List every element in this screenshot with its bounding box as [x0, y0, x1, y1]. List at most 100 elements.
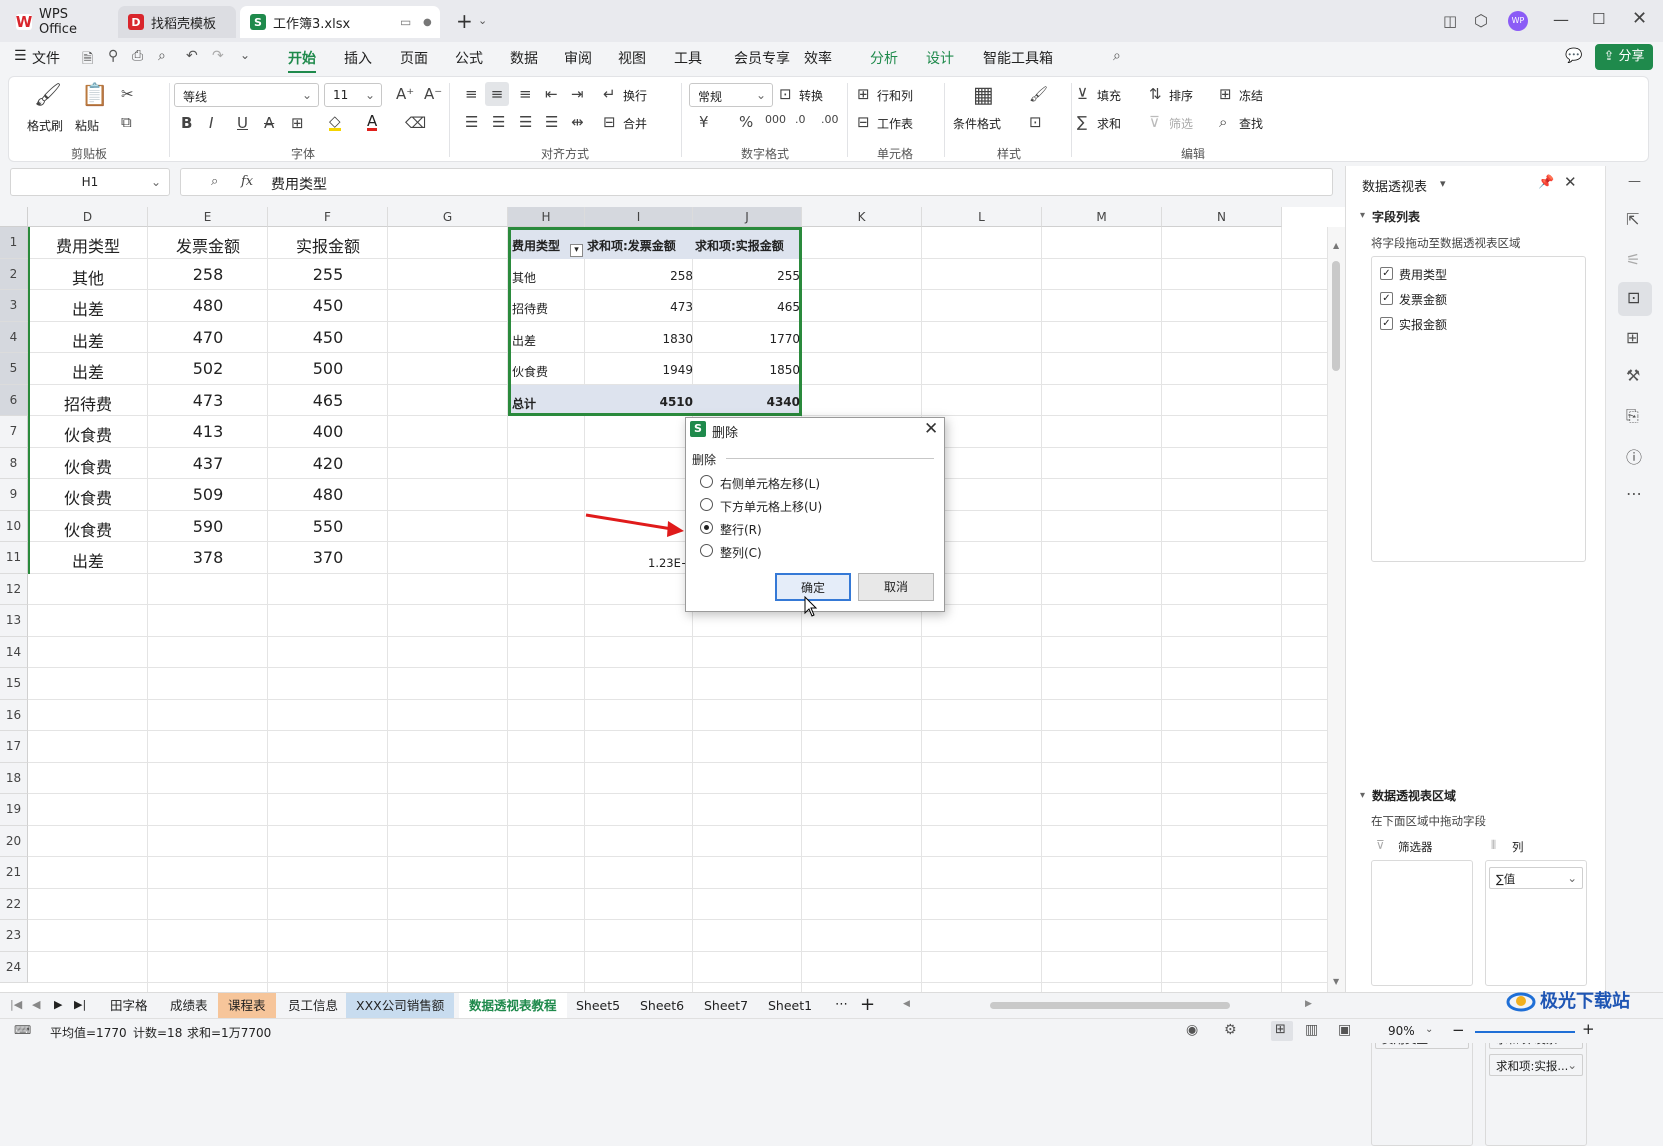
table-cell[interactable]: 出差: [28, 359, 148, 383]
find-icon[interactable]: ⌕: [1219, 113, 1227, 131]
scroll-left-icon[interactable]: ◀: [903, 999, 910, 1009]
tab-wps-office[interactable]: W WPS Office: [6, 6, 114, 38]
row-header[interactable]: 5: [0, 353, 28, 385]
conditional-format-icon[interactable]: ▦: [973, 83, 994, 108]
row-header[interactable]: 15: [0, 668, 28, 700]
table-cell[interactable]: 258: [148, 265, 268, 284]
decimal-remove-icon[interactable]: .00: [821, 113, 839, 126]
sum-icon[interactable]: ∑: [1077, 113, 1087, 131]
cut-icon[interactable]: ✂: [121, 85, 134, 103]
border-icon[interactable]: ⊞: [291, 114, 304, 132]
filter-dropdown-icon[interactable]: ▾: [570, 244, 583, 257]
checkbox-checked-icon[interactable]: ✓: [1380, 267, 1393, 280]
pivot-value[interactable]: 473: [670, 300, 693, 314]
pivot-row-label[interactable]: 伙食费: [512, 363, 548, 380]
align-right-icon[interactable]: ☰: [519, 113, 532, 131]
underline-icon[interactable]: U: [237, 114, 248, 132]
panel-title[interactable]: 数据透视表: [1362, 176, 1427, 195]
column-header[interactable]: K: [802, 207, 922, 227]
column-header[interactable]: N: [1162, 207, 1282, 227]
eye-icon[interactable]: ◉: [1186, 1022, 1198, 1038]
column-header[interactable]: H: [508, 207, 585, 227]
prev-sheet-icon[interactable]: ◀: [32, 998, 40, 1011]
table-cell[interactable]: 伙食费: [28, 485, 148, 509]
collapse-panel-icon[interactable]: —: [1628, 174, 1641, 189]
radio-button[interactable]: [700, 521, 713, 534]
panel-close-icon[interactable]: ✕: [1564, 173, 1577, 191]
conditional-format-button[interactable]: 条件格式: [953, 115, 1001, 132]
radio-option[interactable]: 整行(R): [700, 519, 920, 537]
table-cell[interactable]: 伙食费: [28, 422, 148, 446]
sheet-tab[interactable]: 成绩表: [160, 993, 218, 1018]
collapse-triangle-icon[interactable]: ▾: [1360, 210, 1365, 221]
link-icon[interactable]: ⚲: [108, 48, 118, 64]
table-cell[interactable]: 550: [268, 517, 388, 536]
pivot-header[interactable]: 费用类型: [512, 237, 560, 254]
menu-tab[interactable]: 审阅: [564, 48, 592, 68]
pivot-value[interactable]: 1770: [769, 332, 800, 346]
more-chevron-icon[interactable]: ⌄: [240, 48, 250, 62]
settings-icon[interactable]: ⚙: [1224, 1022, 1237, 1038]
radio-button[interactable]: [700, 498, 713, 511]
row-header[interactable]: 14: [0, 636, 28, 668]
column-header[interactable]: L: [922, 207, 1042, 227]
column-area-box[interactable]: ∑值 ⌄: [1485, 860, 1587, 986]
radio-button[interactable]: [700, 544, 713, 557]
row-header[interactable]: 8: [0, 447, 28, 479]
column-header[interactable]: D: [28, 207, 148, 227]
table-cell[interactable]: 450: [268, 296, 388, 315]
table-cell[interactable]: 413: [148, 422, 268, 441]
indent-decrease-icon[interactable]: ⇤: [545, 85, 558, 103]
align-bottom-icon[interactable]: ≡: [519, 85, 532, 103]
table-cell[interactable]: 509: [148, 485, 268, 504]
menu-tab[interactable]: 插入: [344, 48, 372, 68]
convert-icon[interactable]: ⊡: [779, 85, 792, 103]
name-box[interactable]: H1 ⌄: [10, 168, 170, 196]
sheet-tab[interactable]: 田字格: [100, 993, 158, 1018]
pivot-row-label[interactable]: 招待费: [512, 300, 548, 317]
menu-tab[interactable]: 工具: [674, 48, 702, 68]
page-layout-icon[interactable]: ▥: [1305, 1022, 1318, 1038]
row-header[interactable]: 23: [0, 920, 28, 952]
scroll-right-icon[interactable]: ▶: [1305, 999, 1312, 1009]
column-header[interactable]: J: [693, 207, 802, 227]
pivot-value[interactable]: 1850: [769, 363, 800, 377]
redo-icon[interactable]: ↷: [212, 48, 224, 64]
preview-icon[interactable]: ⌕: [158, 48, 166, 64]
zoom-out-icon[interactable]: −: [1452, 1021, 1465, 1039]
scroll-up-icon[interactable]: ▲: [1333, 241, 1339, 250]
column-header[interactable]: G: [388, 207, 508, 227]
column-header[interactable]: E: [148, 207, 268, 227]
collapse-triangle-icon[interactable]: ▾: [1360, 790, 1365, 801]
convert-button[interactable]: 转换: [799, 87, 823, 104]
share-button[interactable]: ⇪ 分享: [1595, 44, 1653, 70]
tools-icon[interactable]: ⚒: [1626, 366, 1640, 385]
font-size-select[interactable]: 11 ⌄: [324, 83, 382, 107]
row-header[interactable]: 24: [0, 951, 28, 983]
table-cell[interactable]: 470: [148, 328, 268, 347]
spreadsheet-grid[interactable]: DEFGHIJKLMN 1 2 3 4 5 6 7 8 9 10 11 12 13 14 15 16 17 18 1…: [0, 207, 1345, 992]
currency-icon[interactable]: ¥: [699, 113, 709, 131]
row-header[interactable]: 20: [0, 825, 28, 857]
menu-tab[interactable]: 分析: [870, 48, 898, 68]
table-cell[interactable]: 出差: [28, 328, 148, 352]
radio-option[interactable]: 右侧单元格左移(L): [700, 473, 920, 491]
strikethrough-icon[interactable]: A: [264, 114, 274, 132]
close-icon[interactable]: ✕: [1632, 8, 1647, 29]
pivot-header[interactable]: 求和项:实报金额: [695, 237, 784, 254]
indent-increase-icon[interactable]: ⇥: [571, 85, 584, 103]
align-center-icon[interactable]: ☰: [492, 113, 505, 131]
zoom-in-icon[interactable]: +: [1582, 1020, 1595, 1038]
book-icon[interactable]: ⎘: [1626, 406, 1639, 426]
table-cell[interactable]: 465: [268, 391, 388, 410]
fill-color-icon[interactable]: ◇: [329, 114, 341, 131]
zoom-slider[interactable]: [1475, 1031, 1575, 1033]
cancel-button[interactable]: 取消: [858, 573, 934, 601]
pivot-value[interactable]: 1830: [662, 332, 693, 346]
filter-button[interactable]: 筛选: [1169, 115, 1193, 132]
align-left-icon[interactable]: ☰: [465, 113, 478, 131]
tab-workbook[interactable]: S 工作簿3.xlsx ▭ ●: [240, 6, 440, 38]
sheet-tab[interactable]: 数据透视表教程: [459, 993, 567, 1018]
image-icon[interactable]: ⊞: [1626, 328, 1639, 347]
decrease-font-icon[interactable]: A⁻: [424, 85, 442, 103]
